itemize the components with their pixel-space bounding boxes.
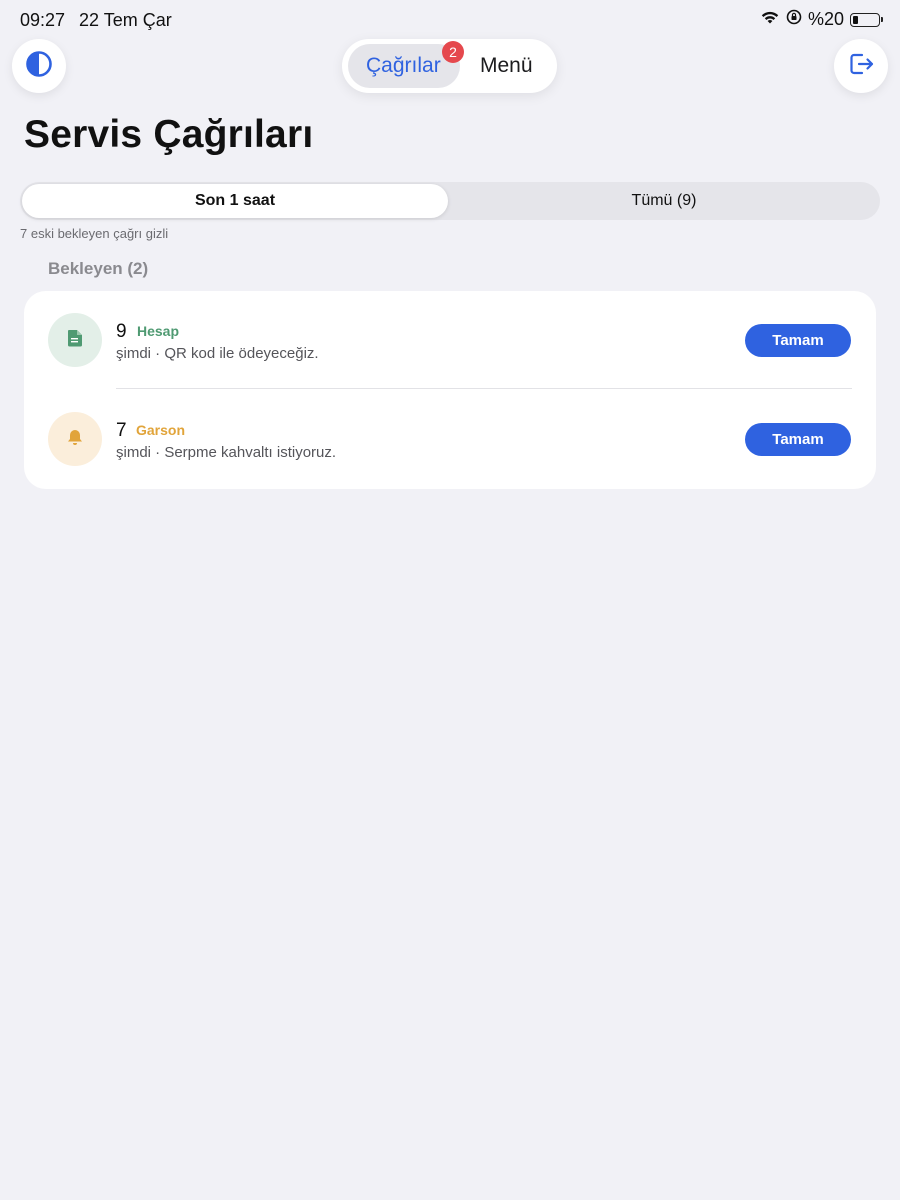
status-date: 22 Tem Çar bbox=[79, 10, 172, 30]
hidden-calls-note: 7 eski bekleyen çağrı gizli bbox=[20, 226, 169, 241]
filter-all[interactable]: Tümü (9) bbox=[450, 184, 878, 218]
table-number: 9 bbox=[116, 321, 127, 342]
tab-menu[interactable]: Menü bbox=[480, 54, 533, 78]
logout-button[interactable] bbox=[834, 39, 888, 93]
status-time: 09:27 bbox=[20, 10, 66, 30]
half-circle-contrast-icon bbox=[25, 50, 53, 83]
done-button[interactable]: Tamam bbox=[745, 423, 851, 456]
row-divider bbox=[116, 388, 852, 389]
battery-level bbox=[853, 15, 858, 24]
document-icon bbox=[67, 329, 83, 352]
tab-calls[interactable]: Çağrılar bbox=[366, 54, 441, 78]
call-type-avatar bbox=[48, 412, 102, 466]
status-indicators: %20 bbox=[760, 9, 883, 30]
main-tab-switcher: Çağrılar 2 Menü bbox=[342, 39, 557, 93]
calls-count-badge: 2 bbox=[442, 41, 464, 63]
call-type-label: Garson bbox=[136, 422, 186, 438]
theme-toggle-button[interactable] bbox=[12, 39, 66, 93]
time-filter: Son 1 saat Tümü (9) bbox=[20, 182, 880, 220]
wifi-icon bbox=[760, 9, 780, 30]
call-detail: şimdi · QR kod ile ödeyeceğiz. bbox=[116, 345, 319, 362]
call-type-label: Hesap bbox=[137, 323, 180, 339]
pending-calls-card: 9 Hesap şimdi · QR kod ile ödeyeceğiz. T… bbox=[24, 291, 876, 489]
call-row: 7 Garson şimdi · Serpme kahvaltı istiyor… bbox=[24, 390, 876, 489]
orientation-lock-icon bbox=[786, 9, 802, 30]
call-detail: şimdi · Serpme kahvaltı istiyoruz. bbox=[116, 444, 337, 461]
done-button[interactable]: Tamam bbox=[745, 324, 851, 357]
status-bar: 09:27 22 Tem Çar %20 bbox=[0, 0, 900, 38]
bell-icon bbox=[66, 428, 84, 451]
pending-section-title: Bekleyen (2) bbox=[48, 259, 149, 278]
filter-last-hour[interactable]: Son 1 saat bbox=[22, 184, 448, 218]
call-type-avatar bbox=[48, 313, 102, 367]
battery-icon bbox=[850, 12, 883, 27]
logout-icon bbox=[846, 49, 876, 84]
call-row: 9 Hesap şimdi · QR kod ile ödeyeceğiz. T… bbox=[24, 291, 876, 390]
table-number: 7 bbox=[116, 420, 127, 441]
battery-percentage: %20 bbox=[807, 9, 844, 29]
page-title: Servis Çağrıları bbox=[24, 113, 314, 156]
